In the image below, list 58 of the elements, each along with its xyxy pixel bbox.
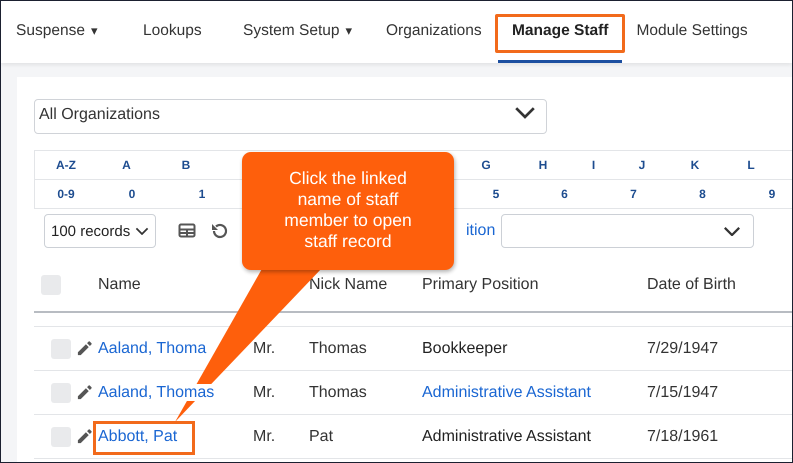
title-cell: Mr. xyxy=(253,340,276,356)
dropdown-value: All Organizations xyxy=(39,106,160,125)
index-link[interactable]: I xyxy=(570,158,617,172)
index-link[interactable]: 8 xyxy=(668,187,737,201)
staff-name-link[interactable]: Aaland, Thoma xyxy=(98,340,206,356)
index-link[interactable]: A xyxy=(97,158,156,172)
position-cell: Administrative Assistant xyxy=(422,428,591,444)
column-header[interactable]: Primary Position xyxy=(422,276,538,293)
position-link[interactable]: ition xyxy=(466,222,496,240)
index-link[interactable]: H xyxy=(516,158,570,172)
undo-icon[interactable] xyxy=(210,222,228,240)
dropdown-caret-icon: ▾ xyxy=(346,23,352,38)
title-cell: Mr. xyxy=(253,384,276,400)
index-link[interactable]: 1 xyxy=(167,187,237,201)
position-cell: Bookkeeper xyxy=(422,340,508,356)
index-link[interactable]: 0 xyxy=(97,187,167,201)
organization-dropdown[interactable]: All Organizations xyxy=(34,99,547,134)
nav-tab[interactable]: System Setup ▾ xyxy=(243,1,386,63)
index-link[interactable]: 9 xyxy=(737,187,792,201)
nav-tab[interactable]: Organizations xyxy=(386,1,498,63)
index-link[interactable]: B xyxy=(156,158,216,172)
index-link[interactable]: 0-9 xyxy=(35,187,97,201)
position-link[interactable]: Administrative Assistant xyxy=(422,384,591,400)
table-icon[interactable] xyxy=(178,222,196,240)
index-link[interactable]: 5 xyxy=(462,187,530,201)
column-header[interactable]: Date of Birth xyxy=(647,276,736,293)
nav-tab[interactable]: Manage Staff xyxy=(498,1,622,63)
page-size-dropdown[interactable]: 100 records xyxy=(44,214,156,248)
pencil-icon[interactable] xyxy=(76,384,93,401)
title-cell: Mr. xyxy=(253,428,276,444)
staff-name-link[interactable]: Aaland, Thomas xyxy=(98,384,214,400)
index-link[interactable]: A-Z xyxy=(35,158,97,172)
nav-tab[interactable]: Lookups xyxy=(143,1,243,63)
staff-name-link[interactable]: Abbott, Pat xyxy=(93,420,196,454)
chevron-down-icon xyxy=(135,226,149,236)
column-header[interactable]: Nick Name xyxy=(309,276,388,293)
index-link[interactable]: 6 xyxy=(530,187,599,201)
dropdown-caret-icon: ▾ xyxy=(90,23,98,38)
index-link[interactable]: J xyxy=(617,158,667,172)
index-link[interactable]: 7 xyxy=(599,187,668,201)
nick-name-cell: Pat xyxy=(309,428,334,444)
column-header[interactable]: Name xyxy=(98,276,141,293)
birth-date-cell: 7/18/1961 xyxy=(647,428,718,444)
pencil-icon[interactable] xyxy=(76,340,93,357)
index-link[interactable]: L xyxy=(723,158,779,172)
nav-tab[interactable]: Suspense ▾ xyxy=(16,1,143,63)
birth-date-cell: 7/15/1947 xyxy=(647,384,718,400)
nick-name-cell: Thomas xyxy=(309,384,367,400)
pencil-icon[interactable] xyxy=(76,428,93,445)
callout-bubble: Click the linked name of staff member to open staff record xyxy=(242,152,454,270)
nick-name-cell: Thomas xyxy=(309,340,367,356)
birth-date-cell: 7/29/1947 xyxy=(647,340,718,356)
chevron-down-icon xyxy=(514,106,536,120)
index-link[interactable]: G xyxy=(456,158,516,172)
chevron-down-icon xyxy=(723,226,742,236)
dropdown-value: 100 records xyxy=(51,222,130,240)
index-link[interactable]: K xyxy=(667,158,723,172)
nav-tab[interactable]: Module Settings xyxy=(636,1,760,63)
